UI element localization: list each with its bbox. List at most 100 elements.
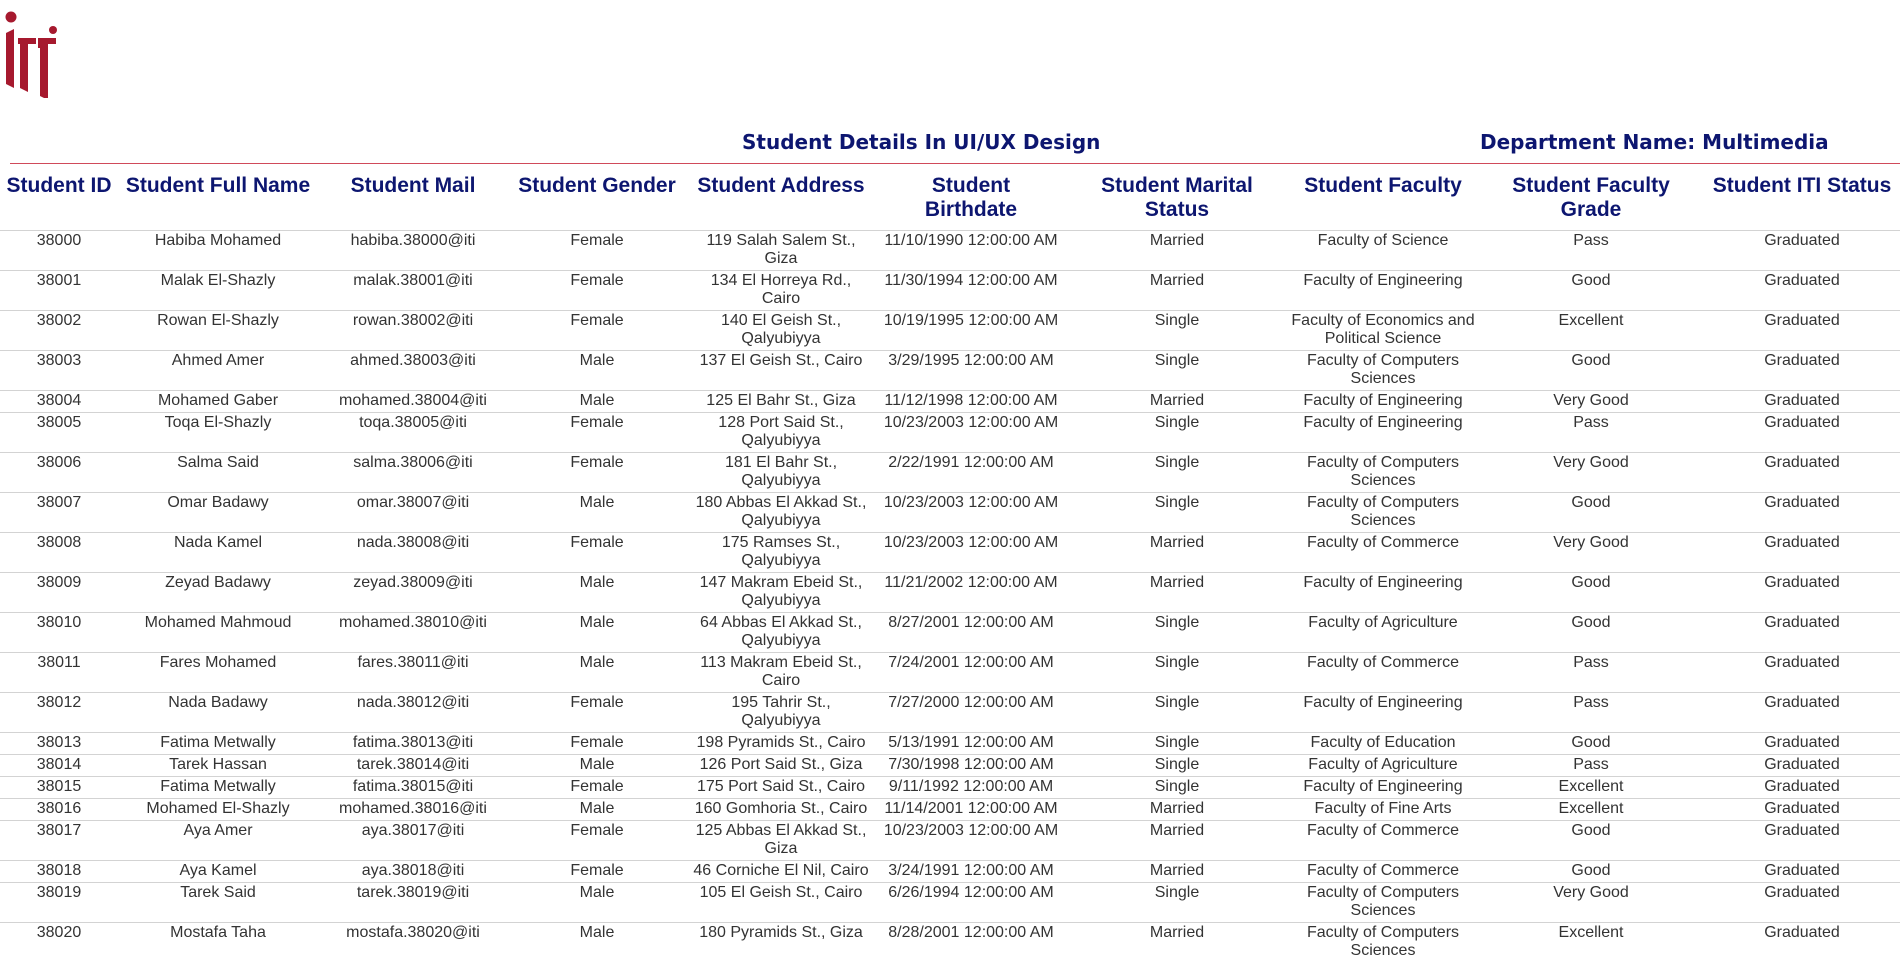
cell-faculty: Faculty of Engineering — [1288, 271, 1478, 311]
cell-mail: mohamed.38016@iti — [318, 799, 508, 821]
cell-student-id: 38020 — [0, 923, 118, 962]
cell-birthdate: 11/21/2002 12:00:00 AM — [876, 573, 1066, 613]
cell-mail: malak.38001@iti — [318, 271, 508, 311]
cell-marital-status: Single — [1066, 351, 1288, 391]
cell-faculty: Faculty of Education — [1288, 733, 1478, 755]
cell-faculty-grade: Very Good — [1478, 453, 1704, 493]
cell-student-id: 38008 — [0, 533, 118, 573]
cell-gender: Male — [508, 653, 686, 693]
cell-faculty-grade: Good — [1478, 733, 1704, 755]
cell-gender: Female — [508, 693, 686, 733]
cell-full-name: Fatima Metwally — [118, 733, 318, 755]
cell-gender: Female — [508, 453, 686, 493]
column-header-gender[interactable]: Student Gender — [508, 174, 686, 231]
cell-faculty: Faculty of Commerce — [1288, 821, 1478, 861]
cell-marital-status: Single — [1066, 777, 1288, 799]
table-row: 38016Mohamed El-Shazlymohamed.38016@itiM… — [0, 799, 1900, 821]
cell-address: 160 Gomhoria St., Cairo — [686, 799, 876, 821]
cell-iti-status: Graduated — [1704, 861, 1900, 883]
cell-full-name: Fatima Metwally — [118, 777, 318, 799]
cell-student-id: 38009 — [0, 573, 118, 613]
table-header-row: Student ID Student Full Name Student Mai… — [0, 174, 1900, 231]
column-header-student-id[interactable]: Student ID — [0, 174, 118, 231]
cell-faculty: Faculty of Commerce — [1288, 653, 1478, 693]
cell-mail: fatima.38015@iti — [318, 777, 508, 799]
column-header-faculty-grade[interactable]: Student Faculty Grade — [1478, 174, 1704, 231]
cell-mail: nada.38012@iti — [318, 693, 508, 733]
table-row: 38004Mohamed Gabermohamed.38004@itiMale1… — [0, 391, 1900, 413]
cell-gender: Female — [508, 821, 686, 861]
cell-address: 180 Pyramids St., Giza — [686, 923, 876, 962]
cell-full-name: Mohamed El-Shazly — [118, 799, 318, 821]
cell-faculty-grade: Good — [1478, 351, 1704, 391]
cell-marital-status: Married — [1066, 821, 1288, 861]
cell-faculty: Faculty of Engineering — [1288, 391, 1478, 413]
table-row: 38012Nada Badawynada.38012@itiFemale195 … — [0, 693, 1900, 733]
cell-address: 125 Abbas El Akkad St., Giza — [686, 821, 876, 861]
column-header-address[interactable]: Student Address — [686, 174, 876, 231]
table-row: 38014Tarek Hassantarek.38014@itiMale126 … — [0, 755, 1900, 777]
cell-birthdate: 8/27/2001 12:00:00 AM — [876, 613, 1066, 653]
cell-birthdate: 10/23/2003 12:00:00 AM — [876, 413, 1066, 453]
cell-address: 137 El Geish St., Cairo — [686, 351, 876, 391]
cell-student-id: 38001 — [0, 271, 118, 311]
cell-gender: Female — [508, 413, 686, 453]
table-row: 38019Tarek Saidtarek.38019@itiMale105 El… — [0, 883, 1900, 923]
table-row: 38018Aya Kamelaya.38018@itiFemale46 Corn… — [0, 861, 1900, 883]
cell-faculty: Faculty of Computers Sciences — [1288, 453, 1478, 493]
report-title: Student Details In UI/UX Design — [742, 130, 1100, 154]
column-header-mail[interactable]: Student Mail — [318, 174, 508, 231]
cell-gender: Male — [508, 573, 686, 613]
column-header-iti-status[interactable]: Student ITI Status — [1704, 174, 1900, 231]
cell-iti-status: Graduated — [1704, 799, 1900, 821]
column-header-full-name[interactable]: Student Full Name — [118, 174, 318, 231]
cell-gender: Female — [508, 271, 686, 311]
table-body: 38000Habiba Mohamedhabiba.38000@itiFemal… — [0, 231, 1900, 962]
cell-mail: ahmed.38003@iti — [318, 351, 508, 391]
table-row: 38001Malak El-Shazlymalak.38001@itiFemal… — [0, 271, 1900, 311]
cell-faculty-grade: Excellent — [1478, 923, 1704, 962]
cell-address: 64 Abbas El Akkad St., Qalyubiyya — [686, 613, 876, 653]
table-row: 38013Fatima Metwallyfatima.38013@itiFema… — [0, 733, 1900, 755]
cell-full-name: Tarek Hassan — [118, 755, 318, 777]
cell-full-name: Malak El-Shazly — [118, 271, 318, 311]
cell-marital-status: Single — [1066, 693, 1288, 733]
cell-iti-status: Graduated — [1704, 573, 1900, 613]
cell-faculty: Faculty of Commerce — [1288, 533, 1478, 573]
cell-address: 198 Pyramids St., Cairo — [686, 733, 876, 755]
column-header-faculty[interactable]: Student Faculty — [1288, 174, 1478, 231]
cell-iti-status: Graduated — [1704, 533, 1900, 573]
cell-mail: nada.38008@iti — [318, 533, 508, 573]
cell-address: 126 Port Said St., Giza — [686, 755, 876, 777]
cell-student-id: 38004 — [0, 391, 118, 413]
header-divider — [10, 163, 1900, 164]
cell-iti-status: Graduated — [1704, 311, 1900, 351]
cell-marital-status: Single — [1066, 733, 1288, 755]
cell-iti-status: Graduated — [1704, 693, 1900, 733]
cell-mail: mostafa.38020@iti — [318, 923, 508, 962]
cell-faculty-grade: Pass — [1478, 693, 1704, 733]
cell-address: 180 Abbas El Akkad St., Qalyubiyya — [686, 493, 876, 533]
cell-marital-status: Married — [1066, 231, 1288, 271]
cell-faculty: Faculty of Engineering — [1288, 777, 1478, 799]
cell-mail: zeyad.38009@iti — [318, 573, 508, 613]
cell-iti-status: Graduated — [1704, 413, 1900, 453]
cell-birthdate: 8/28/2001 12:00:00 AM — [876, 923, 1066, 962]
cell-iti-status: Graduated — [1704, 453, 1900, 493]
cell-mail: toqa.38005@iti — [318, 413, 508, 453]
column-header-marital-status[interactable]: Student Marital Status — [1066, 174, 1288, 231]
cell-marital-status: Married — [1066, 861, 1288, 883]
cell-birthdate: 7/24/2001 12:00:00 AM — [876, 653, 1066, 693]
cell-iti-status: Graduated — [1704, 613, 1900, 653]
cell-marital-status: Married — [1066, 573, 1288, 613]
cell-marital-status: Single — [1066, 755, 1288, 777]
cell-marital-status: Married — [1066, 271, 1288, 311]
cell-faculty-grade: Good — [1478, 613, 1704, 653]
column-header-birthdate[interactable]: Student Birthdate — [876, 174, 1066, 231]
cell-student-id: 38002 — [0, 311, 118, 351]
cell-student-id: 38013 — [0, 733, 118, 755]
cell-birthdate: 3/24/1991 12:00:00 AM — [876, 861, 1066, 883]
cell-faculty-grade: Pass — [1478, 413, 1704, 453]
cell-birthdate: 2/22/1991 12:00:00 AM — [876, 453, 1066, 493]
cell-address: 134 El Horreya Rd., Cairo — [686, 271, 876, 311]
